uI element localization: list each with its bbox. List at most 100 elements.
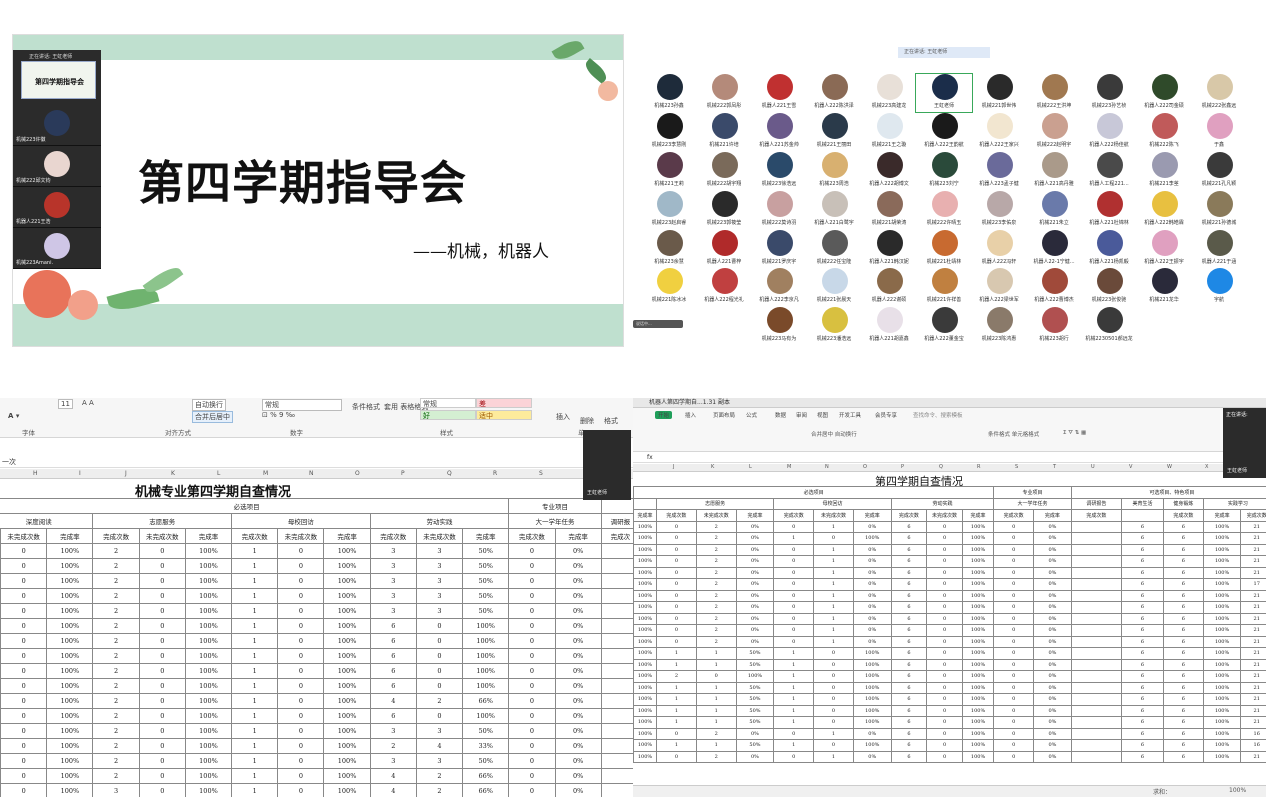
table-cell[interactable]: 100%: [1202, 589, 1242, 602]
table-cell[interactable]: 1: [813, 578, 854, 591]
ribbon-tab[interactable]: 页面布局: [713, 411, 735, 419]
table-cell[interactable]: 100%: [184, 768, 233, 784]
column-letter[interactable]: M: [263, 470, 268, 477]
participant-tile[interactable]: 机械223孙艺桢: [1081, 74, 1137, 112]
table-cell[interactable]: 0%: [852, 555, 892, 568]
table-cell[interactable]: 6: [890, 566, 928, 579]
table-cell[interactable]: 100%: [323, 663, 371, 679]
table-cell[interactable]: 0: [277, 768, 325, 784]
table-cell[interactable]: 50%: [462, 723, 510, 739]
table-cell[interactable]: 2: [92, 768, 140, 784]
table-cell[interactable]: 1: [231, 603, 279, 619]
table-cell[interactable]: [600, 693, 633, 709]
table-cell[interactable]: 0%: [735, 520, 775, 533]
table-cell[interactable]: 6: [1121, 555, 1164, 568]
table-cell[interactable]: 0%: [554, 723, 602, 739]
table-cell[interactable]: 100%: [1202, 555, 1242, 568]
table-cell[interactable]: 4: [369, 768, 417, 784]
table-cell[interactable]: 100%: [184, 678, 233, 694]
table-cell[interactable]: 100%: [633, 624, 658, 637]
table-cell[interactable]: 0: [656, 566, 697, 579]
table-cell[interactable]: 100%: [462, 663, 510, 679]
participant-tile[interactable]: 机器人223孟子健: [971, 152, 1027, 190]
table-cell[interactable]: 2: [92, 738, 140, 754]
table-cell[interactable]: 0: [138, 573, 186, 589]
table-cell[interactable]: 100%: [961, 704, 995, 717]
table-cell[interactable]: 2: [695, 727, 737, 740]
table-cell[interactable]: 2: [92, 663, 140, 679]
table-cell[interactable]: 3: [415, 543, 464, 559]
table-cell[interactable]: 6: [1162, 647, 1204, 660]
table-cell[interactable]: 0: [813, 658, 854, 671]
table-cell[interactable]: 100%: [46, 768, 94, 784]
column-letter[interactable]: P: [901, 464, 904, 470]
table-cell[interactable]: 6: [890, 750, 928, 763]
table-cell[interactable]: 6: [1162, 555, 1204, 568]
table-cell[interactable]: 0: [138, 678, 186, 694]
table-cell[interactable]: 100%: [961, 612, 995, 625]
table-cell[interactable]: 0: [695, 670, 737, 683]
table-cell[interactable]: 3: [92, 783, 140, 797]
table-cell[interactable]: 100%: [961, 670, 995, 683]
table-cell[interactable]: 0: [926, 693, 963, 706]
participant-tile[interactable]: 于鑫: [1191, 113, 1247, 151]
participant-tile[interactable]: 机械223高建龙: [861, 74, 917, 112]
table-cell[interactable]: 6: [890, 589, 928, 602]
table-cell[interactable]: 6: [1121, 589, 1164, 602]
style-normal[interactable]: 常规: [420, 398, 476, 408]
ribbon-tab[interactable]: 视图: [817, 411, 828, 419]
video-tile[interactable]: 机械223许徽: [13, 105, 101, 146]
table-cell[interactable]: 50%: [735, 647, 775, 660]
table-cell[interactable]: 100%: [633, 612, 658, 625]
table-cell[interactable]: 0%: [1033, 543, 1072, 556]
table-cell[interactable]: 0: [508, 768, 556, 784]
table-cell[interactable]: 0: [773, 520, 815, 533]
table-cell[interactable]: 1: [231, 768, 279, 784]
table-cell[interactable]: 0: [508, 633, 556, 649]
table-cell[interactable]: 6: [1162, 750, 1204, 763]
table-cell[interactable]: 0: [926, 566, 963, 579]
table-cell[interactable]: 6: [890, 635, 928, 648]
table-cell[interactable]: 0%: [735, 555, 775, 568]
table-cell[interactable]: 100%: [462, 633, 510, 649]
table-cell[interactable]: [1070, 555, 1123, 568]
table-cell[interactable]: 100%: [323, 753, 371, 769]
table-cell[interactable]: 100%: [462, 708, 510, 724]
column-letter[interactable]: U: [1091, 464, 1095, 470]
style-good[interactable]: 好: [420, 410, 476, 420]
table-cell[interactable]: 2: [92, 753, 140, 769]
table-cell[interactable]: 6: [1121, 681, 1164, 694]
table-cell[interactable]: 100%: [1202, 635, 1242, 648]
table-cell[interactable]: 2: [92, 588, 140, 604]
participant-tile[interactable]: 机器人222冯轩: [971, 230, 1027, 268]
table-cell[interactable]: 1: [231, 708, 279, 724]
table-cell[interactable]: 2: [92, 678, 140, 694]
number-format-select[interactable]: 常规: [262, 399, 342, 411]
table-cell[interactable]: 6: [1162, 589, 1204, 602]
table-cell[interactable]: 21: [1240, 681, 1266, 694]
table-cell[interactable]: 0: [813, 670, 854, 683]
participant-tile[interactable]: 机器人工程221...: [1081, 152, 1137, 190]
table-cell[interactable]: 6: [369, 648, 417, 664]
table-cell[interactable]: 0%: [735, 566, 775, 579]
table-cell[interactable]: 2: [695, 601, 737, 614]
table-cell[interactable]: 100%: [961, 520, 995, 533]
table-cell[interactable]: 100%: [633, 670, 658, 683]
table-cell[interactable]: 0: [813, 704, 854, 717]
table-cell[interactable]: 1: [231, 648, 279, 664]
table-cell[interactable]: 3: [415, 603, 464, 619]
table-cell[interactable]: 0: [993, 681, 1035, 694]
table-cell[interactable]: 2: [92, 543, 140, 559]
participant-tile[interactable]: 机械221许祥善: [916, 268, 972, 306]
table-cell[interactable]: 0%: [554, 738, 602, 754]
table-cell[interactable]: 100%: [961, 693, 995, 706]
table-cell[interactable]: 0: [993, 647, 1035, 660]
table-cell[interactable]: 0: [926, 681, 963, 694]
table-cell[interactable]: 6: [369, 708, 417, 724]
table-cell[interactable]: 0: [813, 681, 854, 694]
table-cell[interactable]: 0: [926, 658, 963, 671]
table-cell[interactable]: 0: [926, 578, 963, 591]
participant-tile[interactable]: 机械221陈冰冰: [641, 268, 697, 306]
table-cell[interactable]: 0%: [554, 783, 602, 797]
table-cell[interactable]: [600, 738, 633, 754]
